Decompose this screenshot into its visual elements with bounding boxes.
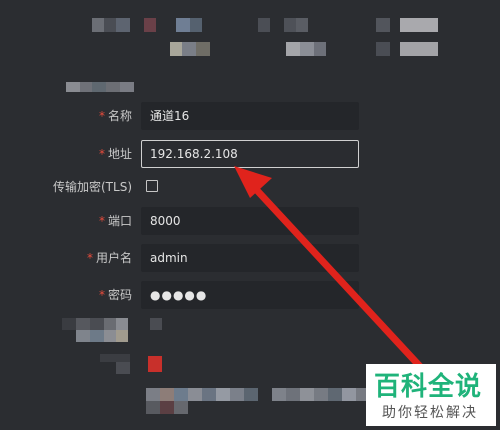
- watermark-subtitle: 助你轻松解决: [382, 405, 478, 421]
- watermark-logo: 百科全说 助你轻松解决: [366, 364, 496, 426]
- watermark-title: 百科全说: [374, 372, 483, 402]
